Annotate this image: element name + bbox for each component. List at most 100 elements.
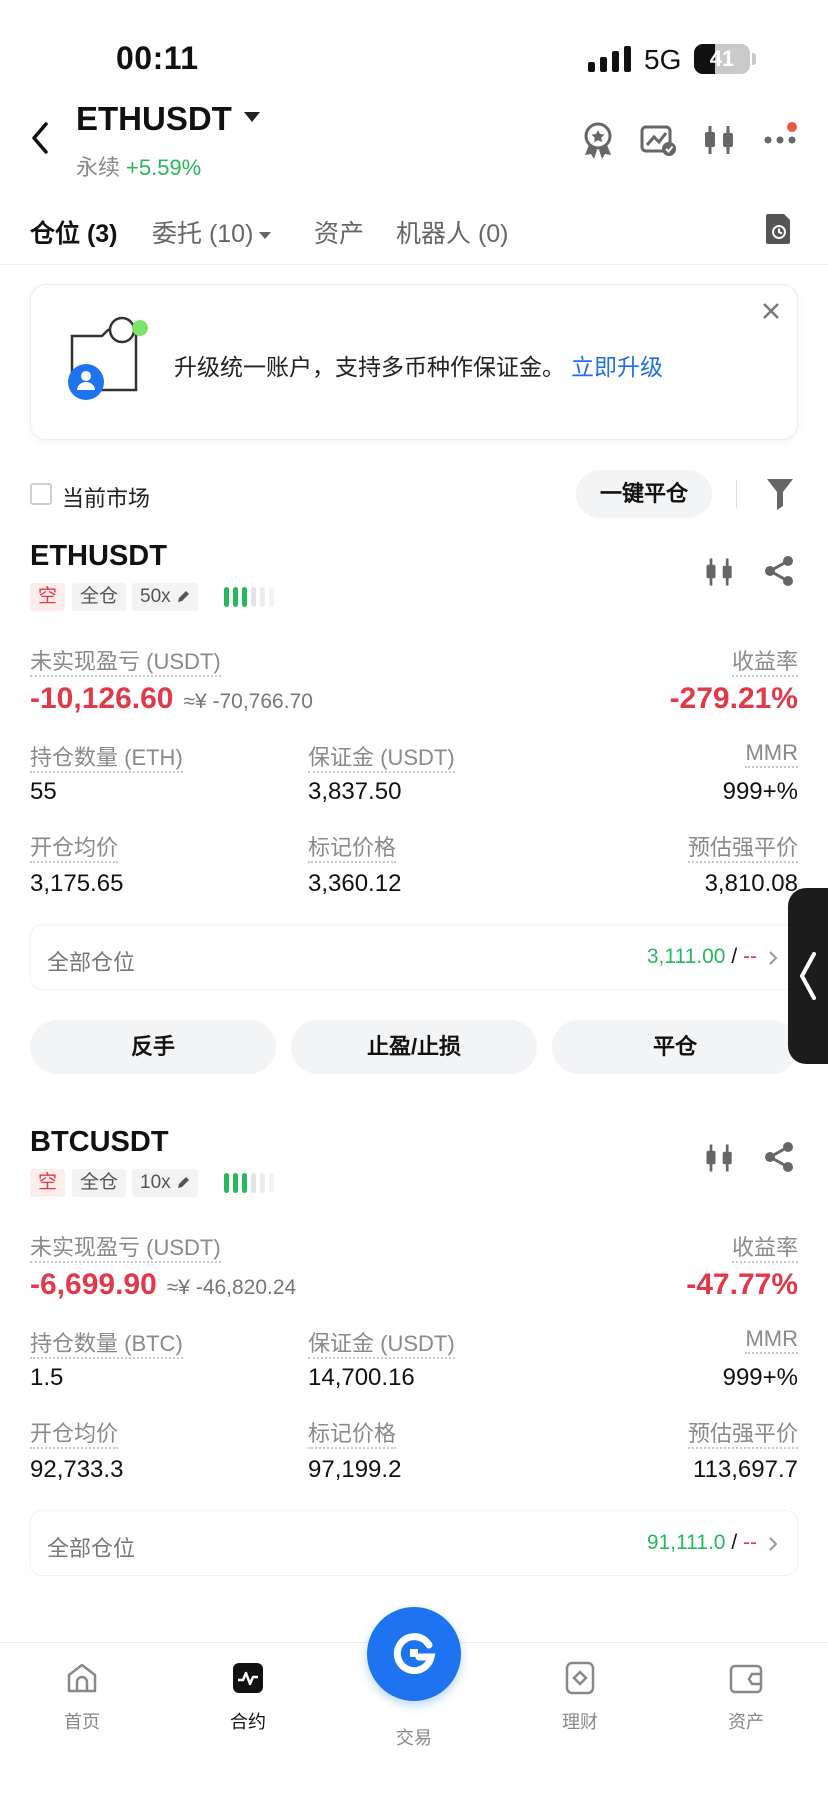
pnl-row: -10,126.60 ≈¥ -70,766.70: [30, 682, 313, 716]
chart-check-icon[interactable]: [638, 120, 678, 160]
entry-price-label[interactable]: 开仓均价: [30, 835, 119, 863]
chevron-down-icon: [259, 231, 272, 239]
nav-trade-button[interactable]: [367, 1607, 461, 1701]
sl-price: --: [743, 945, 757, 968]
nav-futures[interactable]: 合约: [198, 1660, 298, 1734]
leverage-value: 50x: [140, 586, 171, 607]
candlestick-icon[interactable]: [702, 1140, 738, 1176]
wallet-icon: [729, 1664, 763, 1694]
tab-bots[interactable]: 机器人 (0): [396, 214, 509, 250]
current-market-label[interactable]: 当前市场: [62, 481, 150, 513]
tab-assets[interactable]: 资产: [314, 214, 364, 250]
side-panel-handle[interactable]: [788, 888, 828, 1064]
filter-icon[interactable]: [765, 476, 795, 512]
futures-icon: [233, 1663, 263, 1693]
mmr-label[interactable]: MMR: [745, 740, 798, 768]
battery-tip: [752, 53, 756, 65]
sl-price: --: [743, 1531, 757, 1554]
history-icon[interactable]: [764, 212, 794, 246]
mark-price-label[interactable]: 标记价格: [308, 1421, 397, 1449]
current-market-checkbox[interactable]: [30, 483, 52, 505]
chevron-right-icon: [769, 1537, 778, 1551]
home-icon: [67, 1663, 97, 1693]
banner-text: 升级统一账户，支持多币种作保证金。: [174, 354, 565, 380]
earn-icon: [565, 1661, 595, 1695]
position-symbol[interactable]: ETHUSDT: [30, 540, 167, 573]
position-symbol[interactable]: BTCUSDT: [30, 1126, 169, 1159]
edit-icon: [177, 1177, 189, 1188]
all-positions-tpsl-row[interactable]: 全部仓位 3,111.00 / --: [30, 924, 798, 990]
unrealized-pnl-label[interactable]: 未实现盈亏 (USDT): [30, 649, 221, 677]
chevron-right-icon: [769, 951, 778, 965]
position-qty-label[interactable]: 持仓数量 (ETH): [30, 745, 183, 773]
nav-earn[interactable]: 理财: [530, 1660, 630, 1734]
tab-orders[interactable]: 委托 (10): [152, 214, 272, 250]
position-qty-value: 1.5: [30, 1364, 64, 1391]
roe-label[interactable]: 收益率: [731, 1235, 798, 1263]
tpsl-button[interactable]: 止盈/止损: [291, 1020, 537, 1074]
leverage-value: 10x: [140, 1172, 171, 1193]
liq-price-label[interactable]: 预估强平价: [687, 835, 798, 863]
margin-mode-tag[interactable]: 全仓: [72, 583, 127, 611]
margin-mode-tag[interactable]: 全仓: [72, 1169, 127, 1197]
reverse-button[interactable]: 反手: [30, 1020, 276, 1074]
share-icon[interactable]: [762, 1140, 796, 1174]
battery-icon: 41: [694, 44, 750, 74]
symbol-dropdown-icon[interactable]: [244, 112, 260, 122]
roe-value: -47.77%: [686, 1268, 798, 1301]
margin-value: 3,837.50: [308, 778, 402, 805]
roe-label[interactable]: 收益率: [731, 649, 798, 677]
mmr-label[interactable]: MMR: [745, 1326, 798, 1354]
unrealized-pnl-label[interactable]: 未实现盈亏 (USDT): [30, 1235, 221, 1263]
mmr-value: 999+%: [722, 778, 798, 805]
nav-home[interactable]: 首页: [32, 1660, 132, 1734]
banner-message: 升级统一账户，支持多币种作保证金。 立即升级: [174, 348, 663, 382]
pnl-cny-value: ≈¥ -46,820.24: [166, 1276, 297, 1299]
unrealized-pnl-value: -10,126.60: [30, 682, 174, 715]
liq-price-label[interactable]: 预估强平价: [687, 1421, 798, 1449]
risk-level-icon: [224, 587, 274, 607]
roe-value: -279.21%: [669, 682, 798, 715]
tpsl-separator: /: [731, 1531, 738, 1554]
all-positions-tpsl-row[interactable]: 全部仓位 91,111.0 / --: [30, 1510, 798, 1576]
tpsl-separator: /: [731, 945, 738, 968]
pnl-cny-value: ≈¥ -70,766.70: [183, 690, 313, 713]
leverage-tag[interactable]: 10x: [132, 1169, 198, 1197]
close-icon[interactable]: [758, 298, 784, 324]
entry-price-label[interactable]: 开仓均价: [30, 1421, 119, 1449]
nav-home-label: 首页: [64, 1712, 100, 1732]
nav-assets[interactable]: 资产: [696, 1660, 796, 1734]
mark-price-label[interactable]: 标记价格: [308, 835, 397, 863]
nav-trade-label[interactable]: 交易: [364, 1724, 464, 1750]
close-all-button[interactable]: 一键平仓: [576, 470, 712, 518]
side-tag: 空: [30, 1169, 66, 1197]
network-type: 5G: [644, 44, 682, 75]
share-icon[interactable]: [762, 554, 796, 588]
candlestick-icon[interactable]: [700, 120, 740, 160]
leverage-tag[interactable]: 50x: [132, 583, 198, 611]
tpsl-summary: 3,111.00 / --: [647, 945, 757, 969]
entry-price-value: 3,175.65: [30, 870, 124, 897]
tpsl-summary: 91,111.0 / --: [647, 1531, 757, 1555]
symbol-title[interactable]: ETHUSDT: [76, 100, 232, 138]
mark-price-value: 97,199.2: [308, 1456, 402, 1483]
contract-type: 永续: [76, 155, 121, 180]
close-position-button[interactable]: 平仓: [552, 1020, 798, 1074]
entry-price-value: 92,733.3: [30, 1456, 124, 1483]
margin-label[interactable]: 保证金 (USDT): [308, 745, 455, 773]
candlestick-icon[interactable]: [702, 554, 738, 590]
status-time: 00:11: [116, 40, 199, 76]
tab-orders-label: 委托 (10): [152, 220, 254, 248]
back-icon[interactable]: [26, 118, 56, 158]
upgrade-link[interactable]: 立即升级: [571, 354, 663, 380]
badge-icon[interactable]: [578, 120, 618, 160]
tab-positions[interactable]: 仓位 (3): [30, 214, 118, 250]
all-positions-label: 全部仓位: [47, 950, 136, 975]
mmr-value: 999+%: [722, 1364, 798, 1391]
pnl-row: -6,699.90 ≈¥ -46,820.24: [30, 1268, 296, 1302]
tabs-divider: [0, 264, 828, 265]
symbol-subtitle: 永续 +5.59%: [76, 150, 201, 182]
notification-dot: [787, 122, 797, 132]
margin-label[interactable]: 保证金 (USDT): [308, 1331, 455, 1359]
position-qty-label[interactable]: 持仓数量 (BTC): [30, 1331, 183, 1359]
